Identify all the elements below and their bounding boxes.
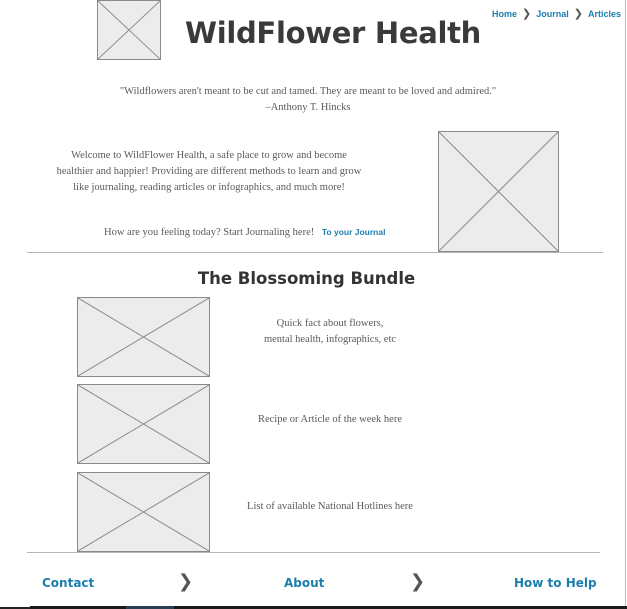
footer-divider	[27, 552, 600, 553]
bundle-item-image-placeholder	[77, 384, 210, 464]
footer-contact-link[interactable]: Contact	[42, 576, 94, 590]
logo-image-placeholder	[97, 0, 161, 60]
chevron-right-icon: ❯	[522, 8, 532, 20]
journal-link[interactable]: To your Journal	[322, 227, 386, 237]
breadcrumb: Home ❯ Journal ❯ Articles	[492, 7, 621, 20]
section-divider	[27, 252, 603, 253]
cta-text: How are you feeling today? Start Journal…	[104, 227, 315, 238]
bundle-item-hotlines: List of available National Hotlines here	[247, 501, 413, 512]
footer-how-to-help-link[interactable]: How to Help	[514, 576, 597, 590]
bundle-item-fact: Quick fact about flowers, mental health,…	[263, 318, 397, 345]
breadcrumb-journal-link[interactable]: Journal	[536, 9, 569, 19]
chevron-right-icon: ❯	[410, 571, 426, 592]
section-title: The Blossoming Bundle	[197, 269, 416, 288]
bundle-item-image-placeholder	[77, 297, 210, 377]
breadcrumb-home-link[interactable]: Home	[492, 9, 517, 19]
quote-text: "Wildflowers aren't meant to be cut and …	[119, 86, 497, 97]
journal-cta: How are you feeling today? Start Journal…	[56, 227, 412, 238]
bundle-item-image-placeholder	[77, 472, 210, 552]
welcome-text: Welcome to WildFlower Health, a safe pla…	[56, 150, 362, 193]
quote-block: "Wildflowers aren't meant to be cut and …	[80, 84, 536, 116]
bundle-item-recipe: Recipe or Article of the week here	[257, 414, 403, 425]
chevron-right-icon: ❯	[178, 571, 194, 592]
breadcrumb-articles-link[interactable]: Articles	[588, 9, 621, 19]
quote-author: –Anthony T. Hincks	[265, 102, 351, 113]
site-title: WildFlower Health	[185, 16, 482, 50]
hero-image-placeholder	[438, 131, 559, 252]
footer-about-link[interactable]: About	[284, 576, 324, 590]
chevron-right-icon: ❯	[573, 8, 583, 20]
